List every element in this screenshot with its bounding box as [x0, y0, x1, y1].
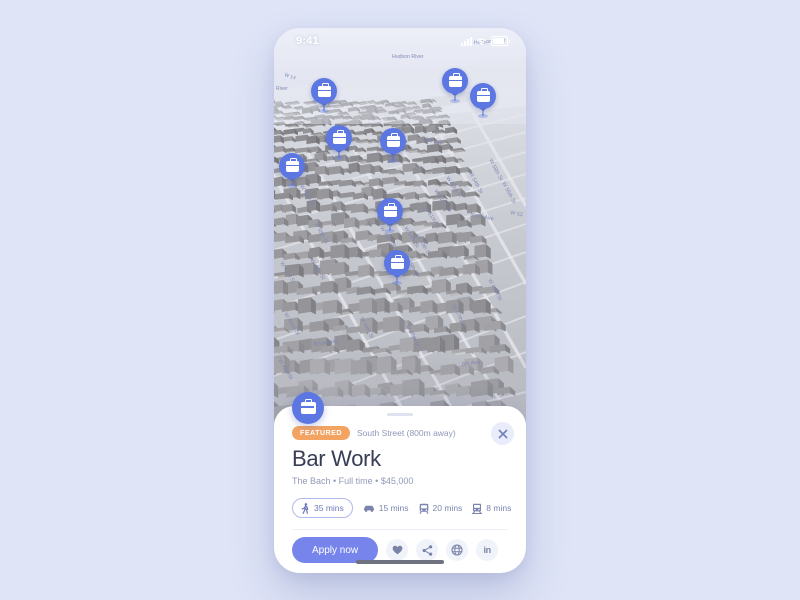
walking-icon: [301, 502, 310, 514]
map-pin-job[interactable]: [384, 250, 410, 285]
phone-frame: Hudson River Hudson River 12th Ave W 58th S…: [274, 28, 526, 573]
job-subtitle: The Bach • Full time • $45,000: [292, 476, 414, 487]
linkedin-label: in: [483, 545, 491, 555]
briefcase-icon: [383, 202, 397, 217]
job-detail-card: FEATURED South Street (800m away) Bar Wo…: [274, 392, 526, 573]
globe-icon: [451, 544, 463, 556]
featured-badge: FEATURED: [292, 426, 350, 440]
pin-head: [442, 68, 468, 94]
pin-head: [470, 83, 496, 109]
job-badge-briefcase-icon: [292, 392, 324, 424]
share-icon: [422, 544, 432, 556]
divider: [292, 529, 508, 530]
transport-duration: 15 mins: [378, 503, 409, 514]
briefcase-icon: [300, 399, 316, 414]
website-button[interactable]: [446, 539, 469, 561]
linkedin-button[interactable]: in: [476, 539, 499, 561]
pin-head: [326, 125, 352, 151]
drag-handle[interactable]: [387, 413, 413, 416]
transport-options: 35 mins 15 mins 20 mins 8 mins: [292, 498, 511, 519]
pin-head: [377, 198, 403, 224]
pin-head: [380, 128, 406, 154]
transport-duration: 20 mins: [432, 503, 463, 514]
train-icon: [472, 503, 483, 514]
map-pin-job[interactable]: [311, 78, 337, 113]
transport-duration: 35 mins: [314, 503, 344, 514]
pin-head: [384, 250, 410, 276]
car-icon: [363, 504, 375, 513]
favorite-button[interactable]: [386, 539, 409, 561]
briefcase-icon: [332, 129, 346, 144]
map-pin-job[interactable]: [442, 68, 468, 103]
pin-head: [279, 153, 305, 179]
briefcase-icon: [448, 72, 462, 87]
transport-duration: 8 mins: [486, 503, 512, 514]
transport-option-bus[interactable]: 20 mins: [419, 503, 463, 514]
map-street-label: River: [276, 86, 288, 92]
meta-row: FEATURED South Street (800m away): [292, 426, 508, 440]
briefcase-icon: [476, 87, 490, 102]
transport-option-car[interactable]: 15 mins: [363, 503, 409, 513]
map-pin-job[interactable]: [380, 128, 406, 163]
map-pin-job[interactable]: [279, 153, 305, 188]
briefcase-icon: [386, 132, 400, 147]
map-pin-job[interactable]: [377, 198, 403, 233]
transport-option-walk[interactable]: 35 mins: [292, 498, 353, 519]
job-title: Bar Work: [292, 446, 381, 471]
map-pin-job[interactable]: [470, 83, 496, 118]
transport-option-train[interactable]: 8 mins: [472, 503, 511, 514]
pin-head: [311, 78, 337, 104]
map-pin-job[interactable]: [326, 125, 352, 160]
briefcase-icon: [285, 157, 299, 172]
location-text: South Street (800m away): [357, 428, 456, 438]
share-button[interactable]: [416, 539, 439, 561]
heart-icon: [392, 545, 403, 555]
card-content: FEATURED South Street (800m away) Bar Wo…: [292, 426, 511, 519]
briefcase-icon: [317, 82, 331, 97]
bus-icon: [419, 503, 429, 514]
map-view[interactable]: Hudson River Hudson River 12th Ave W 58th S…: [274, 28, 526, 448]
home-indicator: [356, 560, 444, 564]
briefcase-icon: [390, 254, 404, 269]
map-street-label: Hudson River: [392, 54, 424, 60]
